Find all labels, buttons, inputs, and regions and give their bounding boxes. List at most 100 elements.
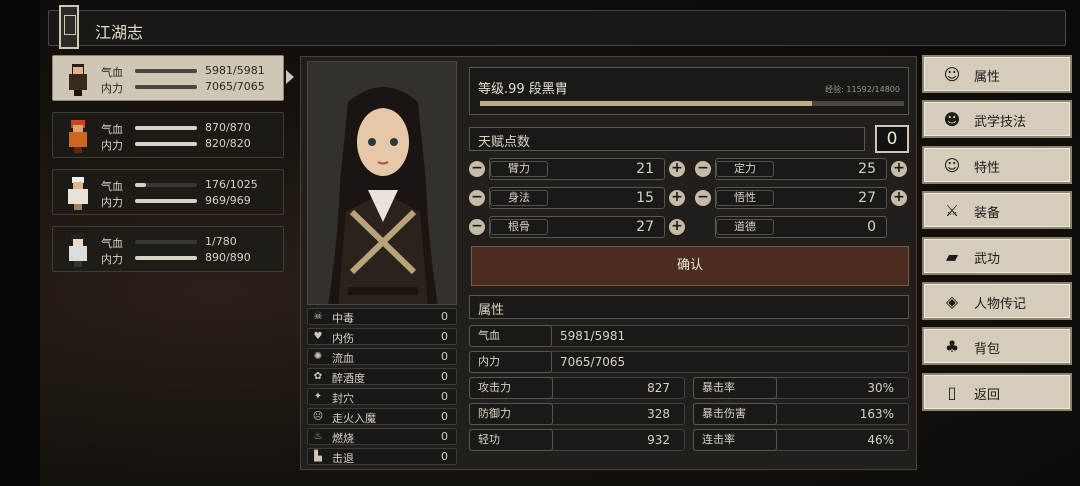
prop-value: 5981/5981 xyxy=(560,329,626,343)
status-value: 0 xyxy=(441,350,448,363)
minus-button[interactable]: − xyxy=(695,190,711,206)
prop-label: 气血 xyxy=(469,325,552,347)
minus-button[interactable]: − xyxy=(469,219,485,235)
attr-label: 道德 xyxy=(716,219,774,235)
prop-label: 轻功 xyxy=(469,429,553,451)
minus-button[interactable]: − xyxy=(469,190,485,206)
door-icon: ▯ xyxy=(947,383,957,402)
prop-atk: 攻击力 827 xyxy=(469,377,685,399)
level-panel: 等级.99 段黑胄 经验: 11592/14800 xyxy=(469,67,909,115)
seal-icon: ✦ xyxy=(313,391,323,402)
character-slot-4[interactable]: 气血 1/780 内力 890/890 xyxy=(52,226,284,272)
menu-attributes-button[interactable]: ☺ 属性 xyxy=(922,55,1072,93)
mp-value: 7065/7065 xyxy=(205,80,265,93)
attr-gengu: − 根骨 27 + xyxy=(469,216,691,238)
plus-button[interactable]: + xyxy=(669,190,685,206)
status-label: 醉酒度 xyxy=(332,372,365,385)
mp-value: 969/969 xyxy=(205,194,251,207)
status-label: 走火入魔 xyxy=(332,412,376,425)
mp-label: 内力 xyxy=(101,196,123,209)
menu-traits-button[interactable]: ☺ 特性 xyxy=(922,146,1072,184)
biography-icon: ◈ xyxy=(945,292,959,311)
character-avatar xyxy=(68,177,88,210)
status-poison: ☠ 中毒 0 xyxy=(307,308,457,325)
prop-value: 30% xyxy=(867,381,894,395)
prop-label: 内力 xyxy=(469,351,552,373)
prop-mp: 内力 7065/7065 xyxy=(469,351,909,373)
character-avatar xyxy=(69,64,87,96)
props-header: 属性 xyxy=(469,295,909,319)
character-avatar xyxy=(69,234,87,267)
menu-label: 装备 xyxy=(974,206,1001,221)
bleed-icon: ✺ xyxy=(313,351,323,362)
attr-wuxing: − 悟性 27 + xyxy=(695,187,911,209)
hp-bar xyxy=(135,183,197,187)
plus-button[interactable]: + xyxy=(669,161,685,177)
hp-label: 气血 xyxy=(101,237,123,250)
status-label: 中毒 xyxy=(332,312,354,325)
character-slot-1[interactable]: 气血 5981/5981 内力 7065/7065 xyxy=(52,55,284,101)
prop-crit: 暴击率 30% xyxy=(693,377,909,399)
status-knockback: ▙ 击退 0 xyxy=(307,448,457,465)
attr-label: 定力 xyxy=(716,161,774,177)
broken-heart-icon: ♥ xyxy=(313,331,323,342)
mp-bar xyxy=(135,256,197,260)
menu-martial-arts-button[interactable]: ▰ 武功 xyxy=(922,237,1072,275)
minus-button[interactable]: − xyxy=(695,161,711,177)
confirm-button[interactable]: 确认 xyxy=(471,246,909,286)
status-burn: ♨ 燃烧 0 xyxy=(307,428,457,445)
menu-biography-button[interactable]: ◈ 人物传记 xyxy=(922,282,1072,320)
prop-hp: 气血 5981/5981 xyxy=(469,325,909,347)
menu-label: 返回 xyxy=(974,388,1001,403)
hp-label: 气血 xyxy=(101,180,123,193)
status-value: 0 xyxy=(441,310,448,323)
prop-label: 连击率 xyxy=(693,429,777,451)
prop-combo: 连击率 46% xyxy=(693,429,909,451)
hp-value: 5981/5981 xyxy=(205,64,265,77)
menu-label: 背包 xyxy=(974,342,1001,357)
plus-button[interactable]: + xyxy=(891,190,907,206)
exp-bar xyxy=(480,101,904,106)
book-icon: ▰ xyxy=(945,247,959,266)
menu-label: 特性 xyxy=(974,161,1001,176)
hp-bar xyxy=(135,126,197,130)
mp-bar xyxy=(135,142,197,146)
prop-critdmg: 暴击伤害 163% xyxy=(693,403,909,425)
mp-value: 820/820 xyxy=(205,137,251,150)
talent-points-value: 0 xyxy=(875,125,909,153)
status-bleed: ✺ 流血 0 xyxy=(307,348,457,365)
character-icon: ☺ xyxy=(943,65,961,84)
talent-points-row: 天赋点数 xyxy=(469,127,865,151)
menu-bag-button[interactable]: ♣ 背包 xyxy=(922,327,1072,365)
prop-label: 暴击伤害 xyxy=(693,403,777,425)
hp-bar xyxy=(135,240,197,244)
plus-button[interactable]: + xyxy=(891,161,907,177)
sword-icon: ⚔ xyxy=(944,201,960,220)
attr-label: 悟性 xyxy=(716,190,774,206)
attr-label: 身法 xyxy=(490,190,548,206)
status-value: 0 xyxy=(441,390,448,403)
menu-skills-button[interactable]: ☻ 武学技法 xyxy=(922,100,1072,138)
book-icon xyxy=(59,5,79,49)
knockback-icon: ▙ xyxy=(314,451,322,462)
menu-back-button[interactable]: ▯ 返回 xyxy=(922,373,1072,411)
bag-icon: ♣ xyxy=(944,337,960,356)
plus-button[interactable]: + xyxy=(669,219,685,235)
attr-value: 0 xyxy=(867,219,876,235)
hp-label: 气血 xyxy=(101,66,123,79)
drunk-icon: ✿ xyxy=(313,371,323,382)
status-value: 0 xyxy=(441,330,448,343)
hp-value: 1/780 xyxy=(205,235,237,248)
menu-equipment-button[interactable]: ⚔ 装备 xyxy=(922,191,1072,229)
title-bar: 江湖志 xyxy=(48,5,1066,49)
page-title: 江湖志 xyxy=(95,23,144,42)
character-avatar xyxy=(69,120,87,153)
attr-shenfa: − 身法 15 + xyxy=(469,187,691,209)
prop-label: 暴击率 xyxy=(693,377,777,399)
attr-value: 27 xyxy=(858,190,876,206)
minus-button[interactable]: − xyxy=(469,161,485,177)
character-slot-2[interactable]: 气血 870/870 内力 820/820 xyxy=(52,112,284,158)
character-slot-3[interactable]: 气血 176/1025 内力 969/969 xyxy=(52,169,284,215)
menu-label: 属性 xyxy=(974,70,1001,85)
skills-icon: ☻ xyxy=(943,110,961,129)
